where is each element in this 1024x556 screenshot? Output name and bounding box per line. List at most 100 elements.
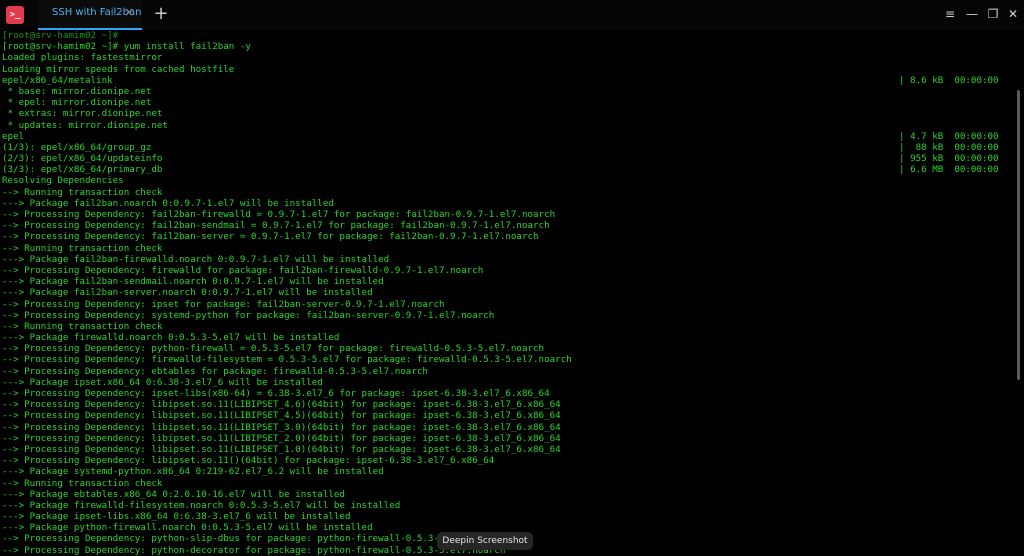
terminal-line: ---> Package ebtables.x86_64 0:2.0.10-16… (0, 489, 1016, 500)
terminal-line-progress: | 88 kB 00:00:00 (899, 141, 999, 153)
terminal-line: --> Processing Dependency: ipset for pac… (0, 299, 1016, 310)
terminal-line-text: * epel: mirror.dionipe.net (2, 97, 152, 109)
terminal-line-text: ---> Package ebtables.x86_64 0:2.0.10-16… (2, 488, 345, 500)
terminal-line: [root@srv-hamim02 ~]# yum install fail2b… (0, 41, 1016, 52)
terminal-line-text: * updates: mirror.dionipe.net (2, 119, 168, 131)
terminal-line: --> Processing Dependency: firewalld for… (0, 265, 1016, 276)
terminal-line-text: Loaded plugins: fastestmirror (2, 52, 163, 64)
terminal-line-text: --> Processing Dependency: ipset for pac… (2, 298, 445, 310)
terminal-line-text: ---> Package firewalld-filesystem.noarch… (2, 499, 401, 511)
terminal-line-text: --> Processing Dependency: ipset-libs(x8… (2, 388, 550, 399)
terminal-line-text: --> Running transaction check (2, 242, 163, 254)
terminal-line: ---> Package fail2ban-server.noarch 0:0.… (0, 287, 1016, 298)
terminal-line-text: --> Processing Dependency: libipset.so.1… (2, 421, 561, 433)
terminal-line-text: * extras: mirror.dionipe.net (2, 108, 163, 120)
minimize-icon[interactable]: — (964, 6, 980, 22)
terminal-line: (1/3): epel/x86_64/group_gz | 88 kB 00:00… (0, 142, 1016, 153)
terminal-line: --> Processing Dependency: libipset.so.1… (0, 399, 1016, 410)
terminal-line-text: ---> Package ipset-libs.x86_64 0:6.38-3.… (2, 511, 351, 523)
terminal-line-text: --> Running transaction check (2, 320, 163, 332)
terminal-line-text: ---> Package fail2ban-server.noarch 0:0.… (2, 287, 373, 299)
terminal-line-text: ---> Package fail2ban-sendmail.noarch 0:… (2, 276, 384, 288)
terminal-line-progress: | 6.6 MB 00:00:00 (899, 164, 999, 176)
terminal-line-text: ---> Package fail2ban.noarch 0:0.9.7-1.e… (2, 197, 334, 209)
tab-close-icon[interactable]: × (122, 5, 136, 19)
terminal-line: Resolving Dependencies (0, 175, 1016, 186)
terminal-line: --> Processing Dependency: libipset.so.1… (0, 444, 1016, 455)
terminal-line: --> Processing Dependency: ebtables for … (0, 366, 1016, 377)
terminal-line: --> Processing Dependency: fail2ban-serv… (0, 231, 1016, 242)
terminal-line: epel/x86_64/metalink | 8.6 kB 00:00:00 (0, 75, 1016, 86)
terminal-line: * extras: mirror.dionipe.net (0, 108, 1016, 119)
terminal-line-progress: | 955 kB 00:00:00 (899, 153, 999, 165)
terminal-line: --> Processing Dependency: ipset-libs(x8… (0, 388, 1016, 399)
tab-ssh-with-fail2ban[interactable]: SSH with Fail2ban × (38, 0, 142, 30)
terminal-line-text: --> Processing Dependency: systemd-pytho… (2, 309, 495, 321)
close-icon[interactable]: ✕ (1005, 6, 1021, 22)
terminal-line: ---> Package ipset-libs.x86_64 0:6.38-3.… (0, 511, 1016, 522)
terminal-line-progress: | 8.6 kB 00:00:00 (899, 74, 999, 86)
terminal-line: * epel: mirror.dionipe.net (0, 97, 1016, 108)
terminal-line-text: --> Processing Dependency: fail2ban-fire… (2, 209, 556, 220)
terminal-line-text: (2/3): epel/x86_64/updateinfo (2, 153, 163, 165)
terminal-line: ---> Package firewalld-filesystem.noarch… (0, 500, 1016, 511)
terminal-scrollbar[interactable] (1017, 90, 1020, 380)
terminal-line: (2/3): epel/x86_64/updateinfo | 955 kB 00… (0, 153, 1016, 164)
terminal-line-text: epel/x86_64/metalink (2, 74, 113, 86)
terminal-line: ---> Package fail2ban.noarch 0:0.9.7-1.e… (0, 198, 1016, 209)
add-tab-icon[interactable]: + (151, 4, 171, 24)
terminal-line-text: (3/3): epel/x86_64/primary_db (2, 164, 163, 176)
terminal-line: --> Processing Dependency: fail2ban-send… (0, 220, 1016, 231)
terminal-line: --> Processing Dependency: libipset.so.1… (0, 410, 1016, 421)
screenshot-tooltip: Deepin Screenshot (437, 532, 533, 550)
terminal-line-progress: | 4.7 kB 00:00:00 (899, 130, 999, 142)
terminal-line: --> Processing Dependency: libipset.so.1… (0, 433, 1016, 444)
terminal-line: --> Processing Dependency: python-firewa… (0, 343, 1016, 354)
terminal-line: Loading mirror speeds from cached hostfi… (0, 64, 1016, 75)
terminal-line: ---> Package systemd-python.x86_64 0:219… (0, 466, 1016, 477)
terminal-line-text: --> Processing Dependency: libipset.so.1… (2, 443, 561, 455)
terminal-line: --> Processing Dependency: systemd-pytho… (0, 310, 1016, 321)
terminal-line-text: Loading mirror speeds from cached hostfi… (2, 63, 235, 75)
terminal-output[interactable]: [root@srv-hamim02 ~]# [root@srv-hamim02 ~… (0, 30, 1016, 556)
terminal-app-icon[interactable]: >_ (6, 6, 24, 24)
terminal-line-text: --> Processing Dependency: libipset.so.1… (2, 410, 561, 422)
terminal-line: --> Running transaction check (0, 243, 1016, 254)
terminal-line-text: --> Running transaction check (2, 477, 163, 489)
terminal-line: * updates: mirror.dionipe.net (0, 120, 1016, 131)
terminal-line-text: --> Processing Dependency: fail2ban-send… (2, 220, 550, 232)
terminal-line: ---> Package ipset.x86_64 0:6.38-3.el7_6… (0, 377, 1016, 388)
terminal-line-text: --> Processing Dependency: libipset.so.1… (2, 455, 495, 467)
terminal-line: ---> Package fail2ban-sendmail.noarch 0:… (0, 276, 1016, 287)
terminal-line: --> Running transaction check (0, 478, 1016, 489)
terminal-line-text: --> Processing Dependency: python-decora… (2, 544, 506, 556)
terminal-line-text: --> Running transaction check (2, 186, 163, 198)
terminal-line-text: Resolving Dependencies (2, 175, 124, 187)
terminal-line: --> Processing Dependency: firewalld-fil… (0, 354, 1016, 365)
terminal-line-text: --> Processing Dependency: fail2ban-serv… (2, 231, 539, 243)
terminal-line: --> Running transaction check (0, 321, 1016, 332)
terminal-line-text: --> Processing Dependency: firewalld-fil… (2, 354, 572, 366)
terminal-line-text: ---> Package fail2ban-firewalld.noarch 0… (2, 253, 390, 265)
terminal-line: epel | 4.7 kB 00:00:00 (0, 131, 1016, 142)
terminal-line: Loaded plugins: fastestmirror (0, 52, 1016, 63)
terminal-line: --> Processing Dependency: fail2ban-fire… (0, 209, 1016, 220)
terminal-line-text: (1/3): epel/x86_64/group_gz (2, 141, 152, 153)
terminal-line: --> Processing Dependency: libipset.so.1… (0, 455, 1016, 466)
terminal-line-text: [root@srv-hamim02 ~]# yum install fail2b… (2, 41, 251, 53)
maximize-icon[interactable]: ❐ (985, 6, 1001, 22)
title-bar: >_ SSH with Fail2ban × + ≡ — ❐ ✕ (0, 0, 1024, 30)
menu-icon[interactable]: ≡ (942, 6, 958, 22)
terminal-line-text: --> Processing Dependency: python-firewa… (2, 343, 545, 355)
terminal-line: * base: mirror.dionipe.net (0, 86, 1016, 97)
terminal-line-text: --> Processing Dependency: firewalld for… (2, 264, 484, 276)
terminal-line-text: ---> Package ipset.x86_64 0:6.38-3.el7_6… (2, 376, 323, 388)
terminal-line: (3/3): epel/x86_64/primary_db | 6.6 MB 00… (0, 164, 1016, 175)
terminal-line-text: * base: mirror.dionipe.net (2, 85, 152, 97)
terminal-window: >_ SSH with Fail2ban × + ≡ — ❐ ✕ [root@s… (0, 0, 1024, 556)
terminal-line: ---> Package fail2ban-firewalld.noarch 0… (0, 254, 1016, 265)
terminal-line-text: [root@srv-hamim02 ~]# (2, 30, 119, 41)
terminal-line-text: ---> Package systemd-python.x86_64 0:219… (2, 466, 384, 478)
terminal-line-text: --> Processing Dependency: libipset.so.1… (2, 432, 561, 444)
terminal-line-text: --> Processing Dependency: ebtables for … (2, 365, 428, 377)
